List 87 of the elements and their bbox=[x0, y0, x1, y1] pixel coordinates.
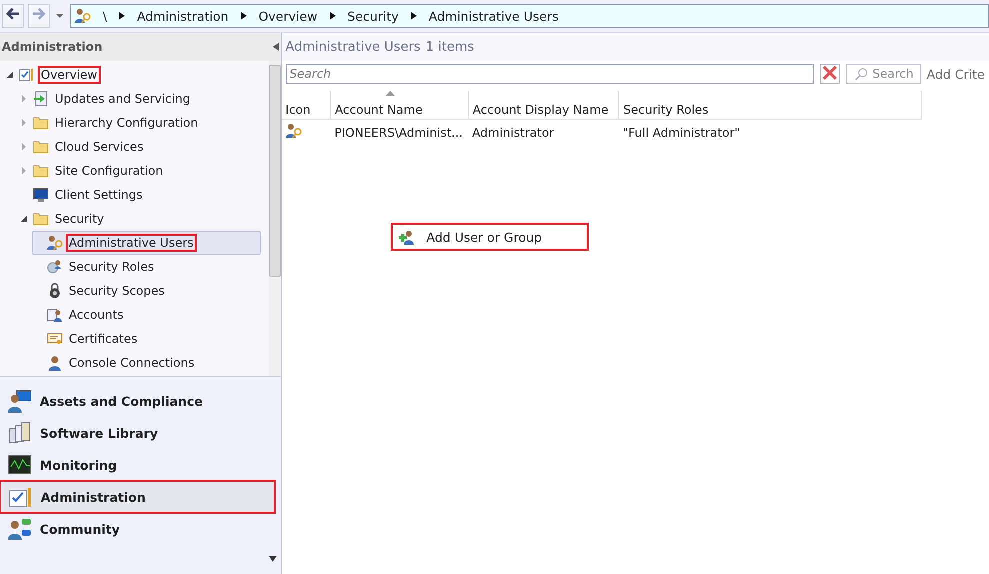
address-bar[interactable]: \ Administration Overview Security Administrative Users bbox=[70, 4, 989, 28]
breadcrumb-item[interactable]: Administration bbox=[137, 8, 229, 24]
tree-item[interactable]: Security Roles bbox=[32, 255, 269, 279]
breadcrumb-item[interactable]: Security bbox=[348, 8, 399, 24]
separator-arrow-icon[interactable] bbox=[240, 12, 247, 20]
scrollbar[interactable] bbox=[268, 61, 281, 376]
tree-item[interactable]: Hierarchy Configuration bbox=[18, 111, 269, 135]
monitor-icon bbox=[33, 187, 49, 203]
checklist-icon bbox=[9, 485, 33, 509]
tree-item[interactable]: Overview bbox=[4, 63, 269, 87]
user-key-icon bbox=[286, 123, 302, 139]
tree-item-label: Console Connections bbox=[68, 355, 196, 371]
context-menu-item[interactable]: Add User or Group bbox=[392, 224, 588, 250]
tree-item-label: Updates and Servicing bbox=[54, 91, 192, 107]
tree-item[interactable]: Security Scopes bbox=[32, 279, 269, 303]
add-users-icon bbox=[398, 229, 415, 245]
breadcrumb-item[interactable]: Administrative Users bbox=[428, 8, 559, 24]
add-criteria-link[interactable]: Add Crite bbox=[926, 66, 985, 82]
pane-title: Administration bbox=[2, 40, 103, 54]
library-icon bbox=[8, 421, 32, 445]
tree-item-label: Hierarchy Configuration bbox=[54, 115, 200, 131]
folder-icon bbox=[33, 211, 49, 227]
table-cell: "Full Administrator" bbox=[618, 120, 922, 145]
folder-icon bbox=[33, 115, 49, 131]
update-icon bbox=[33, 91, 49, 107]
folder-icon bbox=[33, 139, 49, 155]
column-header[interactable]: Icon bbox=[282, 91, 331, 120]
column-header[interactable]: Security Roles bbox=[618, 91, 922, 120]
computer-user-icon bbox=[8, 389, 32, 413]
user-key-icon bbox=[75, 8, 91, 24]
tree-item-label: Site Configuration bbox=[54, 163, 164, 179]
separator-arrow-icon[interactable] bbox=[410, 12, 417, 20]
workspace-button[interactable]: Software Library bbox=[0, 417, 275, 449]
tree-item[interactable]: Accounts bbox=[32, 303, 269, 327]
folder-icon bbox=[33, 163, 49, 179]
separator-arrow-icon[interactable] bbox=[119, 12, 126, 20]
tree-item[interactable]: Administrative Users bbox=[32, 231, 261, 255]
tree-item-label: Administrative Users bbox=[67, 235, 196, 251]
table-cell: Administrator bbox=[468, 120, 619, 145]
tree-item-label: Client Settings bbox=[54, 187, 144, 203]
back-button[interactable] bbox=[2, 4, 24, 28]
roles-icon bbox=[47, 259, 63, 275]
separator-arrow-icon[interactable] bbox=[330, 12, 336, 20]
checklist-icon bbox=[19, 67, 35, 83]
column-header[interactable]: Account Name bbox=[330, 91, 468, 120]
back-arrow-icon bbox=[5, 6, 21, 22]
close-icon bbox=[822, 65, 838, 81]
forward-arrow-icon bbox=[31, 6, 47, 22]
workspace-button[interactable]: Assets and Compliance bbox=[0, 385, 275, 417]
tree-item-label: Security bbox=[54, 211, 106, 227]
search-icon bbox=[854, 68, 868, 80]
tree-item[interactable]: Client Settings bbox=[18, 183, 269, 207]
tree-item[interactable]: Certificates bbox=[32, 327, 269, 351]
monitoring-screen-icon bbox=[8, 453, 32, 477]
tree-item[interactable]: Console Connections bbox=[32, 351, 269, 375]
sort-arrow-icon bbox=[386, 91, 396, 96]
community-icon bbox=[8, 517, 32, 541]
lock-icon bbox=[47, 283, 63, 299]
tree-item-label: Cloud Services bbox=[54, 139, 145, 155]
more-icon[interactable] bbox=[268, 556, 277, 562]
tree-item[interactable]: Site Configuration bbox=[18, 159, 269, 183]
column-header[interactable]: Account Display Name bbox=[468, 91, 619, 120]
tree-item[interactable]: Updates and Servicing bbox=[18, 87, 269, 111]
workspace-button[interactable]: Administration bbox=[0, 481, 275, 513]
certificate-icon bbox=[47, 331, 63, 347]
tree-item[interactable]: Cloud Services bbox=[18, 135, 269, 159]
breadcrumb-item[interactable]: Overview bbox=[258, 8, 318, 24]
search-field[interactable]: Search bbox=[286, 64, 814, 84]
tree-item-label: Certificates bbox=[68, 331, 139, 347]
workspace-button[interactable]: Monitoring bbox=[0, 449, 275, 481]
person-icon bbox=[47, 355, 63, 371]
table-cell: PIONEERS\Administ... bbox=[330, 120, 468, 145]
item-count: 1 items bbox=[426, 40, 474, 54]
tree-item-label: Security Roles bbox=[68, 259, 156, 275]
collapse-icon[interactable] bbox=[272, 43, 279, 51]
tree-item-label: Accounts bbox=[68, 307, 125, 323]
tree-item-label: Overview bbox=[39, 67, 100, 83]
accounts-icon bbox=[47, 307, 63, 323]
expander-icon[interactable] bbox=[19, 214, 29, 224]
clear-button[interactable] bbox=[820, 64, 840, 84]
user-key-icon bbox=[47, 235, 63, 251]
breadcrumb-root[interactable]: \ bbox=[103, 8, 108, 24]
expander-icon[interactable] bbox=[5, 70, 15, 80]
tree-item[interactable]: Security bbox=[18, 207, 269, 231]
tree-item-label: Security Scopes bbox=[68, 283, 166, 299]
workspace-button[interactable]: Community bbox=[0, 513, 275, 545]
view-title: Administrative Users bbox=[286, 40, 421, 54]
